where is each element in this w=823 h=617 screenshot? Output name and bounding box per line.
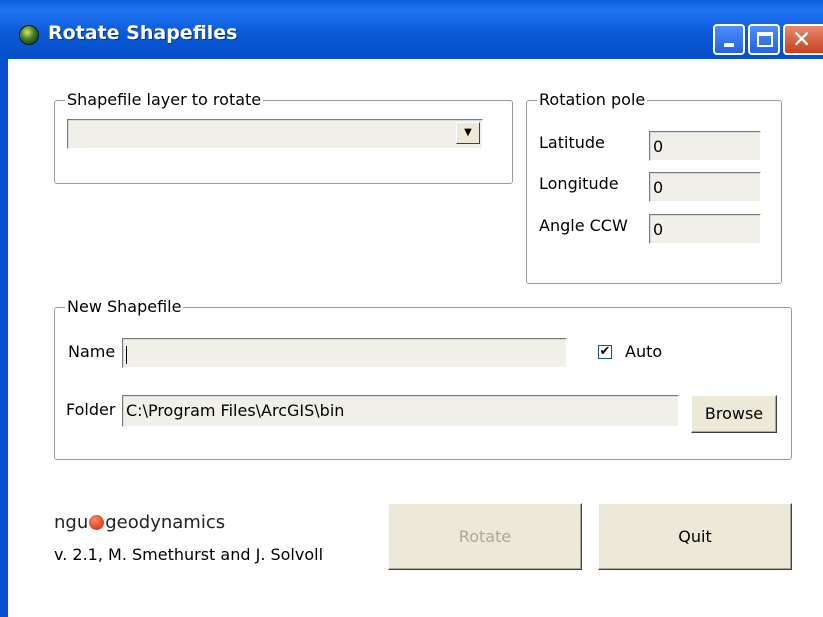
folder-label: Folder — [66, 400, 116, 419]
title-bar[interactable]: Rotate Shapefiles ✕ — [0, 0, 823, 59]
quit-button[interactable]: Quit — [598, 503, 792, 570]
longitude-field[interactable]: 0 — [649, 172, 761, 202]
rotate-button[interactable]: Rotate — [388, 503, 582, 570]
maximize-button[interactable] — [748, 24, 780, 55]
text-caret — [126, 345, 127, 364]
new-shapefile-legend: New Shapefile — [65, 297, 184, 316]
name-label: Name — [68, 342, 116, 361]
app-globe-icon — [19, 25, 39, 45]
angle-ccw-field[interactable]: 0 — [649, 214, 761, 244]
latitude-label: Latitude — [539, 133, 605, 152]
auto-checkbox[interactable]: ✔ — [598, 345, 612, 359]
window-left-border — [0, 59, 8, 617]
minimize-icon — [724, 43, 734, 47]
layer-group-legend: Shapefile layer to rotate — [65, 90, 264, 109]
latitude-field[interactable]: 0 — [649, 131, 761, 161]
checkmark-icon: ✔ — [599, 344, 611, 359]
rotation-pole-legend: Rotation pole — [537, 90, 648, 109]
dropdown-arrow-icon[interactable]: ▼ — [456, 122, 480, 144]
longitude-label: Longitude — [539, 174, 619, 193]
maximize-icon — [757, 32, 773, 47]
minimize-button[interactable] — [713, 24, 745, 55]
logo-text-left: ngu — [54, 512, 89, 533]
angle-ccw-label: Angle CCW — [539, 216, 628, 235]
folder-field[interactable]: C:\Program Files\ArcGIS\bin — [122, 395, 679, 427]
window-title: Rotate Shapefiles — [48, 22, 238, 44]
browse-button[interactable]: Browse — [691, 395, 777, 433]
close-icon: ✕ — [792, 27, 812, 53]
logo-globe-icon — [89, 515, 105, 530]
logo-text-right: geodynamics — [105, 512, 226, 533]
name-field[interactable] — [122, 338, 567, 368]
ngu-geodynamics-logo: ngu geodynamics — [54, 512, 225, 534]
version-text: v. 2.1, M. Smethurst and J. Solvoll — [54, 545, 324, 564]
new-shapefile-group: New Shapefile — [54, 298, 792, 460]
auto-label: Auto — [625, 342, 663, 361]
layer-select[interactable]: ▼ — [67, 119, 483, 149]
close-button[interactable]: ✕ — [783, 24, 823, 55]
